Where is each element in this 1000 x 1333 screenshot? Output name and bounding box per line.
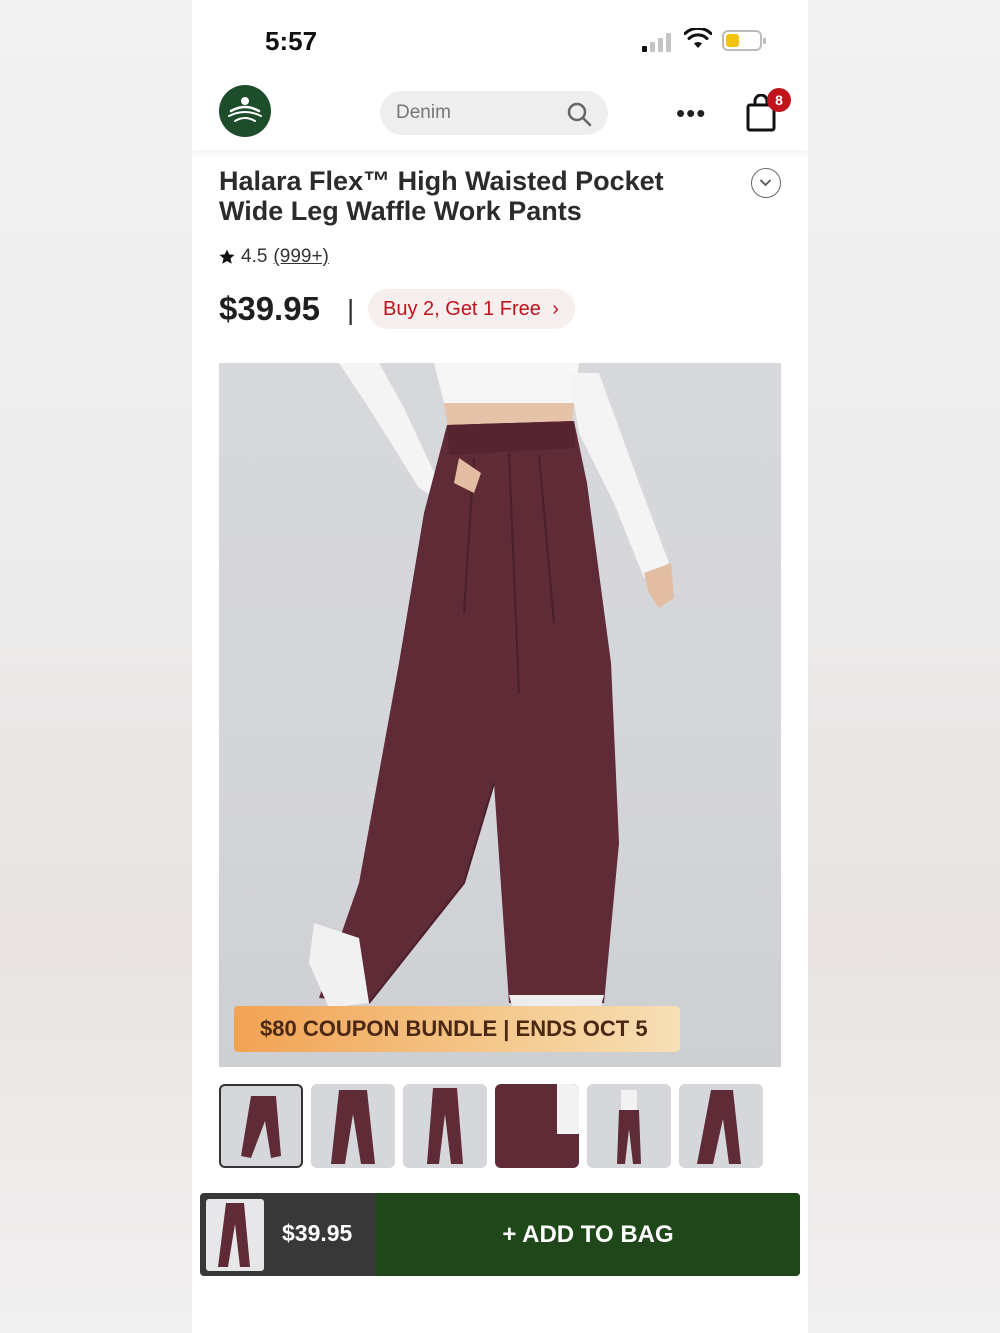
halara-logo[interactable] — [219, 85, 271, 137]
battery-icon — [722, 30, 766, 51]
bottom-bar-product-thumbnail[interactable] — [206, 1199, 264, 1271]
thumbnail-image[interactable] — [219, 1084, 303, 1168]
thumbnail-image[interactable] — [403, 1084, 487, 1168]
add-to-bag-label: ADD TO BAG — [522, 1221, 674, 1248]
search-input[interactable]: Denim — [380, 91, 608, 135]
thumbnail-image[interactable] — [311, 1084, 395, 1168]
search-placeholder: Denim — [396, 102, 451, 123]
product-rating: 4.5 (999+) — [219, 246, 329, 268]
model-wearing-pants-illustration — [309, 363, 674, 1013]
expand-title-button[interactable] — [751, 168, 781, 198]
product-title: Halara Flex™ High Waisted Pocket Wide Le… — [219, 166, 664, 226]
product-price: $39.95 — [219, 290, 320, 327]
image-thumbnail-strip — [219, 1084, 808, 1168]
add-to-bag-button[interactable]: + ADD TO BAG — [376, 1193, 800, 1276]
app-header: Denim ••• 8 — [192, 80, 808, 150]
phone-screen: 5:57 Denim ••• 8 Halara Flex™ High Waist… — [192, 0, 808, 1333]
price-separator: | — [347, 294, 355, 325]
status-time: 5:57 — [265, 26, 318, 56]
background-blur-right — [808, 0, 1000, 1333]
background-blur-left — [0, 0, 192, 1333]
promo-button[interactable]: Buy 2, Get 1 Free › — [368, 289, 575, 329]
bottom-purchase-bar: $39.95 + ADD TO BAG — [200, 1193, 800, 1276]
thumbnail-image[interactable] — [679, 1084, 763, 1168]
chevron-down-icon — [760, 179, 771, 187]
more-options-icon[interactable]: ••• — [676, 98, 706, 129]
cellular-signal-icon — [642, 32, 674, 52]
wifi-icon — [684, 28, 712, 48]
coupon-bundle-banner[interactable]: $80 COUPON BUNDLE | ENDS OCT 5 — [234, 1006, 680, 1052]
review-count-link[interactable]: (999+) — [273, 246, 328, 268]
cart-count-badge: 8 — [767, 88, 791, 112]
thumbnail-image[interactable] — [495, 1084, 579, 1168]
promo-label: Buy 2, Get 1 Free — [383, 298, 541, 320]
star-icon — [219, 249, 235, 264]
search-icon[interactable] — [566, 101, 592, 127]
status-bar: 5:57 — [192, 0, 808, 80]
chevron-right-icon: › — [552, 298, 559, 320]
plus-icon: + — [502, 1221, 523, 1248]
rating-value: 4.5 — [241, 246, 268, 267]
bottom-bar-price: $39.95 — [282, 1220, 353, 1246]
thumbnail-image[interactable] — [587, 1084, 671, 1168]
product-main-image[interactable]: $80 COUPON BUNDLE | ENDS OCT 5 — [219, 363, 781, 1067]
